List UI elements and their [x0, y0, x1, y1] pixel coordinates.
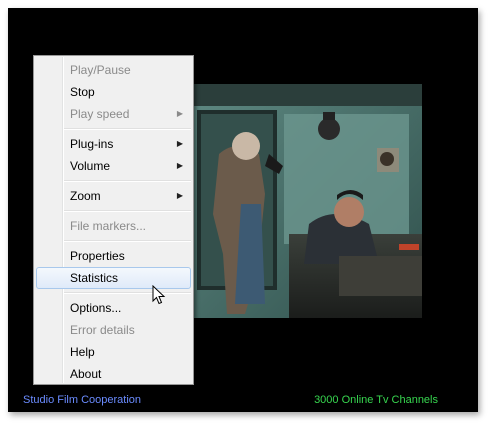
submenu-arrow-icon: ▶ — [176, 139, 183, 148]
submenu-arrow-icon: ▶ — [176, 161, 183, 170]
menu-item-label: Properties — [70, 249, 125, 263]
status-right-text: 3000 Online Tv Channels — [314, 394, 438, 406]
arrow-cursor-icon — [152, 285, 166, 305]
video-display[interactable] — [189, 84, 422, 318]
menu-item-label: File markers... — [70, 219, 147, 233]
menu-item-statistics[interactable]: Statistics — [36, 267, 191, 289]
menu-item-label: Help — [70, 345, 95, 359]
menu-item-label: About — [70, 367, 102, 381]
video-frame-image — [189, 84, 422, 318]
menu-item-label: Stop — [70, 85, 95, 99]
context-menu: Play/Pause Stop Play speed ▶ Plug-ins ▶ … — [33, 55, 194, 385]
menu-separator — [64, 240, 191, 242]
menu-item-help[interactable]: Help — [36, 341, 191, 363]
menu-item-zoom[interactable]: Zoom ▶ — [36, 185, 191, 207]
menu-item-stop[interactable]: Stop — [36, 81, 191, 103]
menu-item-plug-ins[interactable]: Plug-ins ▶ — [36, 133, 191, 155]
menu-separator — [64, 292, 191, 294]
menu-item-label: Zoom — [70, 189, 101, 203]
menu-item-options[interactable]: Options... — [36, 297, 191, 319]
menu-item-file-markers[interactable]: File markers... — [36, 215, 191, 237]
menu-item-error-details[interactable]: Error details — [36, 319, 191, 341]
menu-item-about[interactable]: About — [36, 363, 191, 385]
menu-item-play-pause[interactable]: Play/Pause — [36, 59, 191, 81]
menu-separator — [64, 128, 191, 130]
menu-item-label: Volume — [70, 159, 111, 173]
menu-separator — [64, 210, 191, 212]
menu-item-play-speed[interactable]: Play speed ▶ — [36, 103, 191, 125]
menu-item-label: Options... — [70, 301, 122, 315]
menu-item-label: Statistics — [70, 271, 119, 285]
status-left-text: Studio Film Cooperation — [23, 394, 142, 406]
menu-item-label: Play speed — [70, 107, 130, 121]
menu-item-label: Play/Pause — [70, 63, 131, 77]
menu-item-label: Error details — [70, 323, 135, 337]
menu-item-volume[interactable]: Volume ▶ — [36, 155, 191, 177]
submenu-arrow-icon: ▶ — [176, 191, 183, 200]
submenu-arrow-icon: ▶ — [176, 109, 183, 118]
menu-separator — [64, 180, 191, 182]
menu-item-label: Plug-ins — [70, 137, 114, 151]
menu-item-properties[interactable]: Properties — [36, 245, 191, 267]
